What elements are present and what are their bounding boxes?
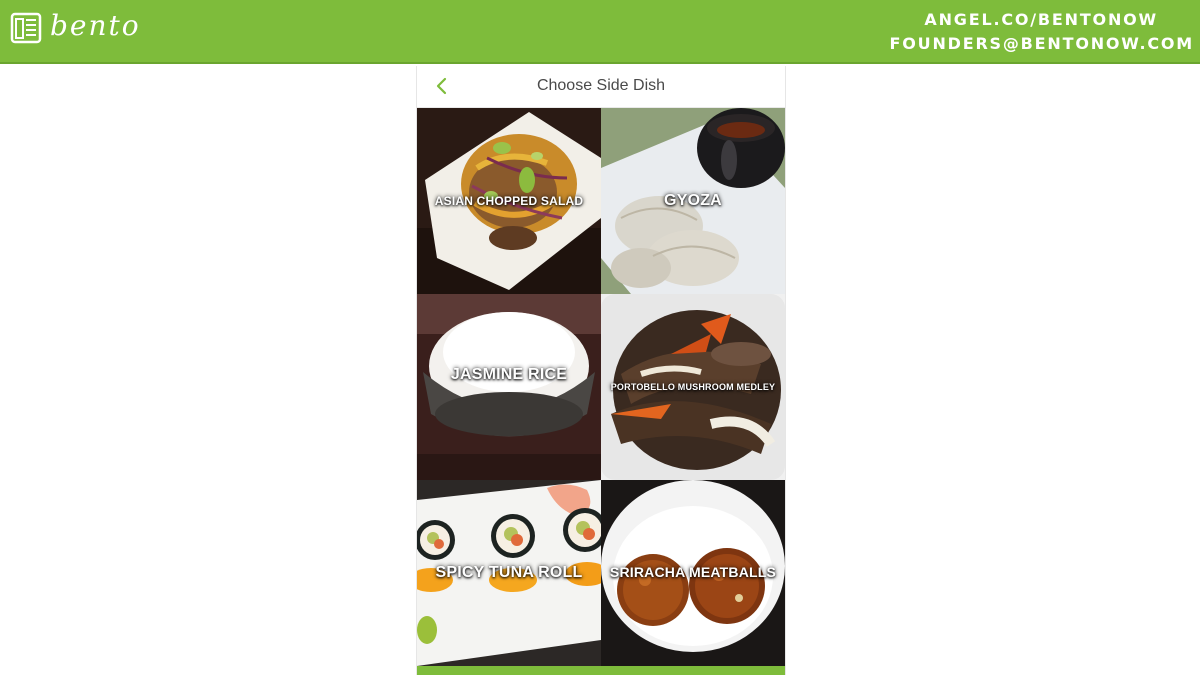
brand-logo: bento (10, 9, 141, 45)
bento-box-icon (10, 12, 42, 44)
dish-name: JASMINE RICE (450, 366, 568, 383)
phone-screen: Choose Side Dish ASIAN CHOPPED SALAD GYO… (416, 66, 786, 675)
dish-name: SPICY TUNA ROLL (435, 564, 583, 581)
angel-link[interactable]: ANGEL.CO/BENTONOW (890, 8, 1158, 32)
dish-name: SRIRACHA MEATBALLS (609, 564, 777, 580)
dish-tile-spicy-tuna-roll[interactable]: SPICY TUNA ROLL (417, 480, 601, 666)
dish-tile-asian-chopped-salad[interactable]: ASIAN CHOPPED SALAD (417, 108, 601, 294)
dish-tile-jasmine-rice[interactable]: JASMINE RICE (417, 294, 601, 480)
page-title: Choose Side Dish (536, 77, 666, 94)
dish-name: ASIAN CHOPPED SALAD (434, 194, 584, 208)
brand-name: bento (50, 9, 141, 42)
dish-name: GYOZA (664, 192, 722, 209)
nav-bar: Choose Side Dish (417, 66, 785, 108)
founders-email[interactable]: FOUNDERS@BENTONOW.COM (890, 32, 1194, 56)
top-banner: bento ANGEL.CO/BENTONOW FOUNDERS@BENTONO… (0, 0, 1200, 64)
bottom-accent-bar (417, 666, 785, 675)
dish-tile-sriracha-meatballs[interactable]: SRIRACHA MEATBALLS (601, 480, 785, 666)
rice-photo (417, 294, 601, 480)
dish-grid: ASIAN CHOPPED SALAD GYOZA JASMINE RICE P… (417, 108, 785, 666)
contact-info: ANGEL.CO/BENTONOW FOUNDERS@BENTONOW.COM (890, 8, 1194, 56)
dish-tile-gyoza[interactable]: GYOZA (601, 108, 785, 294)
dish-tile-portobello-mushroom-medley[interactable]: PORTOBELLO MUSHROOM MEDLEY (601, 294, 785, 480)
dish-name: PORTOBELLO MUSHROOM MEDLEY (610, 382, 776, 392)
